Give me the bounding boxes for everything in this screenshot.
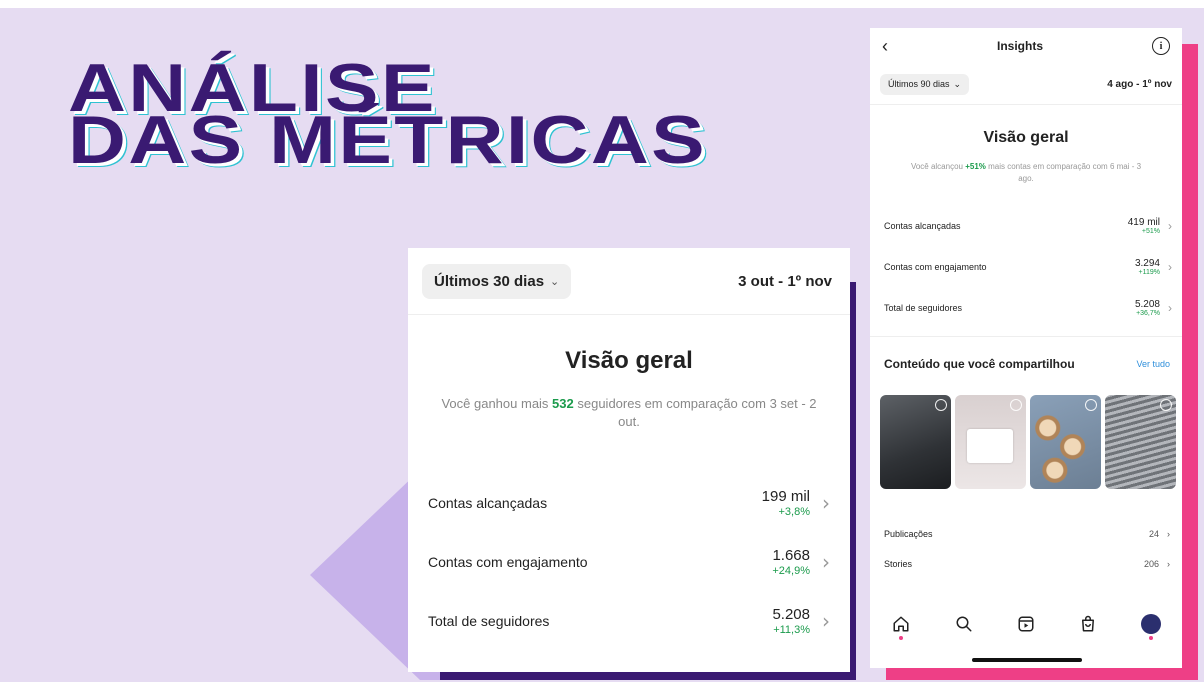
metric-row-total-followers[interactable]: Total de seguidores 5.208 +11,3% › <box>408 591 850 650</box>
summary-text-1: Você ganhou mais <box>441 396 553 411</box>
content-thumbnails <box>870 395 1182 489</box>
metric-change: +119% <box>1138 268 1160 276</box>
metric-row-accounts-engaged[interactable]: Contas com engajamento 3.294 +119% › <box>870 246 1182 287</box>
row-label: Publicações <box>884 529 933 539</box>
summary-text-1: Você alcançou <box>910 162 966 171</box>
content-thumbnail[interactable] <box>1030 395 1101 489</box>
chevron-right-icon: › <box>1168 259 1172 274</box>
headline: ANÁLISE DAS MÉTRICAS <box>68 54 705 174</box>
period-label: Últimos 30 dias <box>434 272 545 290</box>
summary-highlight: 532 <box>552 396 574 411</box>
row-value: 206 <box>1143 559 1159 569</box>
row-label: Stories <box>884 559 913 569</box>
metric-value: 1.668 <box>772 546 810 564</box>
nav-title: Insights <box>996 39 1043 53</box>
overview-title: Visão geral <box>983 129 1069 146</box>
content-row-stories[interactable]: Stories 206 › <box>870 549 1182 579</box>
date-range: 4 ago - 1º nov <box>1107 78 1172 90</box>
period-label: Últimos 90 dias <box>888 79 950 89</box>
range-bar: Últimos 90 dias ⌄ 4 ago - 1º nov <box>870 64 1182 105</box>
chevron-right-icon: › <box>822 549 830 574</box>
metric-label: Contas alcançadas <box>428 494 548 511</box>
content-heading: Conteúdo que você compartilhou <box>884 357 1075 371</box>
content-header: Conteúdo que você compartilhou Ver tudo <box>870 357 1182 371</box>
metric-value: 3.294 <box>1134 257 1160 269</box>
metric-label: Contas alcançadas <box>884 220 961 231</box>
home-indicator <box>972 658 1082 662</box>
metric-change: +51% <box>1141 227 1160 235</box>
chevron-down-icon: ⌄ <box>953 78 962 89</box>
content-thumbnail[interactable] <box>1105 395 1176 489</box>
metric-row-accounts-reached[interactable]: Contas alcançadas 199 mil +3,8% › <box>408 473 850 532</box>
overview-card-30-days: Últimos 30 dias ⌄ 3 out - 1º nov Visão g… <box>408 248 850 672</box>
chevron-right-icon: › <box>1167 559 1170 569</box>
metric-change: +11,3% <box>773 623 810 636</box>
top-border <box>0 0 1204 8</box>
metric-change: +3,8% <box>778 505 811 518</box>
headline-line-2: DAS MÉTRICAS <box>68 102 708 178</box>
tab-bar <box>870 606 1182 642</box>
metric-label: Total de seguidores <box>884 302 963 313</box>
period-dropdown[interactable]: Últimos 30 dias ⌄ <box>422 263 572 299</box>
metric-row-accounts-reached[interactable]: Contas alcançadas 419 mil +51% › <box>870 205 1182 246</box>
date-range: 3 out - 1º nov <box>738 272 832 290</box>
metric-row-accounts-engaged[interactable]: Contas com engajamento 1.668 +24,9% › <box>408 532 850 591</box>
row-value: 24 <box>1148 529 1159 539</box>
metric-change: +36,7% <box>1136 309 1160 317</box>
profile-avatar[interactable] <box>1139 612 1163 640</box>
metric-value: 5.208 <box>1134 298 1160 310</box>
see-all-link[interactable]: Ver tudo <box>1136 359 1170 369</box>
content-row-posts[interactable]: Publicações 24 › <box>870 519 1182 549</box>
summary-highlight: +51% <box>965 162 986 171</box>
metric-value: 419 mil <box>1127 216 1160 228</box>
metric-label: Contas com engajamento <box>428 553 588 570</box>
content-rows: Publicações 24 › Stories 206 › <box>870 519 1182 579</box>
metric-label: Contas com engajamento <box>884 261 987 272</box>
back-icon[interactable]: ‹ <box>882 36 888 57</box>
overview-title: Visão geral <box>565 347 693 374</box>
metric-change: +24,9% <box>772 564 810 577</box>
summary-text-2: mais contas em comparação com 6 mai - 3 … <box>985 162 1142 183</box>
chevron-right-icon: › <box>822 608 830 633</box>
chevron-right-icon: › <box>822 490 830 515</box>
notification-dot <box>899 636 904 640</box>
nav-bar: ‹ Insights i <box>870 28 1182 64</box>
chevron-right-icon: › <box>1168 218 1172 233</box>
overview-summary: Você ganhou mais 532 seguidores em compa… <box>429 395 829 431</box>
thumbnail-card <box>967 429 1013 463</box>
story-ring-icon <box>1010 399 1022 411</box>
metric-row-total-followers[interactable]: Total de seguidores 5.208 +36,7% › <box>870 287 1182 328</box>
overview-summary: Você alcançou +51% mais contas em compar… <box>906 161 1146 185</box>
home-icon[interactable] <box>889 612 913 640</box>
search-icon[interactable] <box>952 612 976 636</box>
period-dropdown[interactable]: Últimos 90 dias ⌄ <box>880 73 970 95</box>
story-ring-icon <box>1085 399 1097 411</box>
chevron-down-icon: ⌄ <box>550 275 560 288</box>
bottom-border <box>0 682 1204 686</box>
reels-icon[interactable] <box>1014 612 1038 636</box>
metric-list: Contas alcançadas 199 mil +3,8% › Contas c… <box>408 473 850 650</box>
story-ring-icon <box>935 399 947 411</box>
metric-list: Contas alcançadas 419 mil +51% › Contas co… <box>870 205 1182 337</box>
info-icon[interactable]: i <box>1151 37 1170 55</box>
summary-text-2: seguidores em comparação com 3 set - 2 o… <box>573 396 817 429</box>
insights-phone-screen: ‹ Insights i Últimos 90 dias ⌄ 4 ago - 1… <box>870 28 1182 668</box>
story-ring-icon <box>1160 399 1172 411</box>
avatar <box>1140 614 1161 634</box>
range-bar: Últimos 30 dias ⌄ 3 out - 1º nov <box>408 248 850 315</box>
notification-dot <box>1148 636 1153 640</box>
content-thumbnail[interactable] <box>880 395 951 489</box>
chevron-right-icon: › <box>1167 529 1170 539</box>
content-thumbnail[interactable] <box>955 395 1026 489</box>
chevron-right-icon: › <box>1168 300 1172 315</box>
metric-value: 199 mil <box>761 487 810 505</box>
metric-label: Total de seguidores <box>428 612 550 629</box>
metric-value: 5.208 <box>772 605 810 623</box>
shop-icon[interactable] <box>1076 612 1100 636</box>
